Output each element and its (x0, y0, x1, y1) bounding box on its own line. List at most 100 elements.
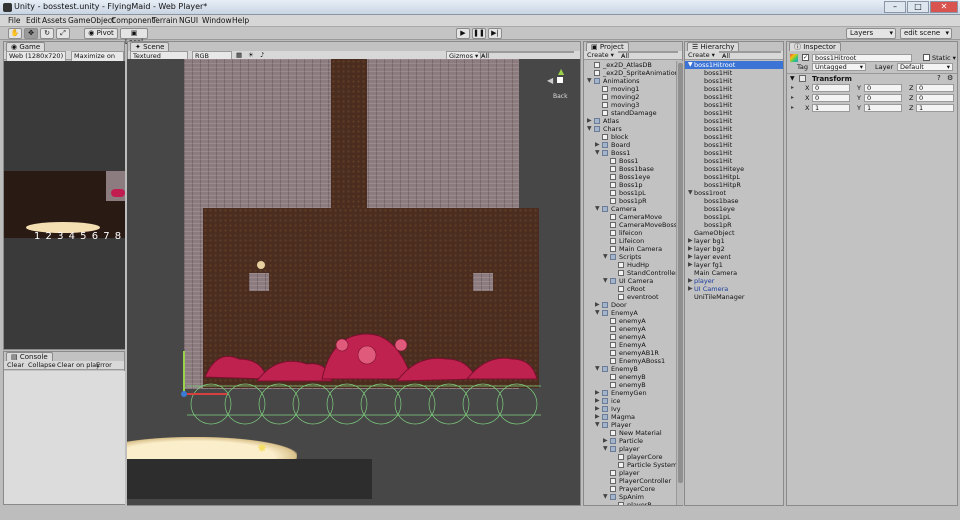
tag-dropdown[interactable]: Untagged ▾ (812, 63, 866, 71)
hierarchy-item[interactable]: boss1Hit (685, 77, 783, 85)
axis-z-field[interactable]: 1 (916, 104, 954, 112)
static-dropdown[interactable]: Static ▾ (932, 54, 956, 62)
scene-viewport[interactable]: ✸ ▲ ◀ Back (127, 59, 580, 505)
console-clear-on-play-button[interactable]: Clear on play (57, 361, 100, 370)
console-clear-button[interactable]: Clear (7, 361, 24, 370)
project-item[interactable]: enemyA (584, 325, 676, 333)
project-item[interactable]: CameraMoveBoss (584, 221, 676, 229)
menu-terrain[interactable]: Terrain (152, 16, 177, 25)
move-tool-button[interactable]: ✥ (24, 28, 38, 39)
project-item[interactable]: ▶ EnemyGen (584, 389, 676, 397)
hierarchy-item[interactable]: boss1pR (685, 221, 783, 229)
project-item[interactable]: standDamage (584, 109, 676, 117)
project-item[interactable]: _ex2D_SpriteAnimationDB (584, 69, 676, 77)
project-item[interactable]: ▼ Animations (584, 77, 676, 85)
hierarchy-item[interactable]: boss1Hit (685, 101, 783, 109)
project-scroll-thumb[interactable] (678, 63, 683, 483)
hierarchy-item[interactable]: boss1Hit (685, 117, 783, 125)
expand-arrow-icon[interactable]: ▼ (595, 309, 600, 317)
project-item[interactable]: enemyA (584, 333, 676, 341)
hierarchy-item[interactable]: boss1Hit (685, 149, 783, 157)
menu-gameobject[interactable]: GameObject (68, 16, 115, 25)
collapse-arrow-icon[interactable]: ▶ (595, 141, 600, 149)
project-item[interactable]: ▶ Door (584, 301, 676, 309)
tab-game[interactable]: ◉ Game (6, 42, 46, 51)
collapse-arrow-icon[interactable]: ▶ (688, 253, 693, 261)
expand-arrow-icon[interactable]: ▼ (587, 77, 592, 85)
expand-arrow-icon[interactable]: ▼ (595, 365, 600, 373)
scene-search-field[interactable]: ⌕ All (478, 51, 574, 60)
project-item[interactable]: ▶ ice (584, 397, 676, 405)
axis-z-field[interactable]: 0 (916, 94, 954, 102)
hierarchy-item[interactable]: boss1pL (685, 213, 783, 221)
project-item[interactable]: enemyB (584, 381, 676, 389)
project-item[interactable]: Boss1 (584, 157, 676, 165)
collapse-arrow-icon[interactable]: ▶ (595, 405, 600, 413)
project-item[interactable]: boss1pR (584, 197, 676, 205)
project-item[interactable]: ▼ UI Camera (584, 277, 676, 285)
project-item[interactable]: PrayerCore (584, 485, 676, 493)
hierarchy-item[interactable]: ▶ layer event (685, 253, 783, 261)
hand-tool-button[interactable]: ✋ (8, 28, 22, 39)
collapse-arrow-icon[interactable]: ▶ (595, 301, 600, 309)
hierarchy-item[interactable]: boss1Hit (685, 125, 783, 133)
hierarchy-search-field[interactable]: ⌕ All (719, 51, 781, 60)
project-item[interactable]: ▶ Board (584, 141, 676, 149)
transform-header[interactable]: ▼ Transform ? ⚙ (787, 73, 957, 83)
hierarchy-item[interactable]: boss1Hit (685, 93, 783, 101)
collapse-arrow-icon[interactable]: ▶ (688, 237, 693, 245)
hierarchy-item[interactable]: GameObject (685, 229, 783, 237)
project-item[interactable]: EnemyABoss1 (584, 357, 676, 365)
collapse-arrow-icon[interactable]: ▶ (587, 117, 592, 125)
project-item[interactable]: moving1 (584, 85, 676, 93)
collapse-arrow-icon[interactable]: ▶ (688, 285, 693, 293)
project-item[interactable]: ▶ Particle (584, 437, 676, 445)
hierarchy-item[interactable]: ▶ player (685, 277, 783, 285)
hierarchy-item[interactable]: boss1Hit (685, 133, 783, 141)
expand-arrow-icon[interactable]: ▼ (603, 445, 608, 453)
project-item[interactable]: Main Camera (584, 245, 676, 253)
project-item[interactable]: ▼ EnemyA (584, 309, 676, 317)
axis-x-field[interactable]: 1 (812, 104, 850, 112)
project-item[interactable]: ▼ SpAnim (584, 493, 676, 501)
project-search-field[interactable]: ⌕ All (618, 51, 678, 60)
project-item[interactable]: playerR (584, 501, 676, 505)
expand-arrow-icon[interactable]: ▼ (603, 253, 608, 261)
collapse-arrow-icon[interactable]: ▶ (595, 397, 600, 405)
hierarchy-create-dropdown[interactable]: Create ▾ (688, 51, 715, 60)
step-button[interactable]: ▶| (488, 28, 502, 39)
project-item[interactable]: ▼ Player (584, 421, 676, 429)
project-item[interactable]: enemyA (584, 317, 676, 325)
project-item[interactable]: Particle System (584, 461, 676, 469)
menu-ngui[interactable]: NGUI (179, 16, 198, 25)
collapse-arrow-icon[interactable]: ▶ (688, 261, 693, 269)
project-item[interactable]: lifeicon (584, 229, 676, 237)
layout-dropdown[interactable]: edit scene ▾ (900, 28, 952, 39)
project-scrollbar[interactable] (676, 61, 683, 505)
project-item[interactable]: _ex2D_AtlasDB (584, 61, 676, 69)
tab-console[interactable]: ▤ Console (6, 352, 53, 361)
hierarchy-item[interactable]: ▼ boss1Hitroot (685, 61, 783, 69)
menu-help[interactable]: Help (232, 16, 249, 25)
project-item[interactable]: ▶ Atlas (584, 117, 676, 125)
object-name-field[interactable]: boss1Hitroot (812, 54, 912, 62)
menu-file[interactable]: File (8, 16, 21, 25)
maximize-button[interactable]: □ (907, 1, 929, 13)
hierarchy-item[interactable]: boss1HitpL (685, 173, 783, 181)
project-item[interactable]: EnemyA (584, 341, 676, 349)
gear-icon[interactable]: ⚙ (947, 74, 953, 82)
layers-dropdown[interactable]: Layers ▾ (846, 28, 896, 39)
hierarchy-item[interactable]: boss1Hit (685, 85, 783, 93)
pause-button[interactable]: ❚❚ (472, 28, 486, 39)
project-item[interactable]: enemyB (584, 373, 676, 381)
project-item[interactable]: boss1pL (584, 189, 676, 197)
tab-inspector[interactable]: ⓘ Inspector (789, 42, 841, 51)
hierarchy-item[interactable]: boss1HitpR (685, 181, 783, 189)
play-button[interactable]: ▶ (456, 28, 470, 39)
project-item[interactable]: ▼ player (584, 445, 676, 453)
console-log-area[interactable] (4, 371, 125, 504)
hierarchy-item[interactable]: ▶ layer bg1 (685, 237, 783, 245)
hierarchy-item[interactable]: ▶ UI Camera (685, 285, 783, 293)
help-icon[interactable]: ? (937, 74, 941, 82)
collapse-arrow-icon[interactable]: ▶ (595, 389, 600, 397)
